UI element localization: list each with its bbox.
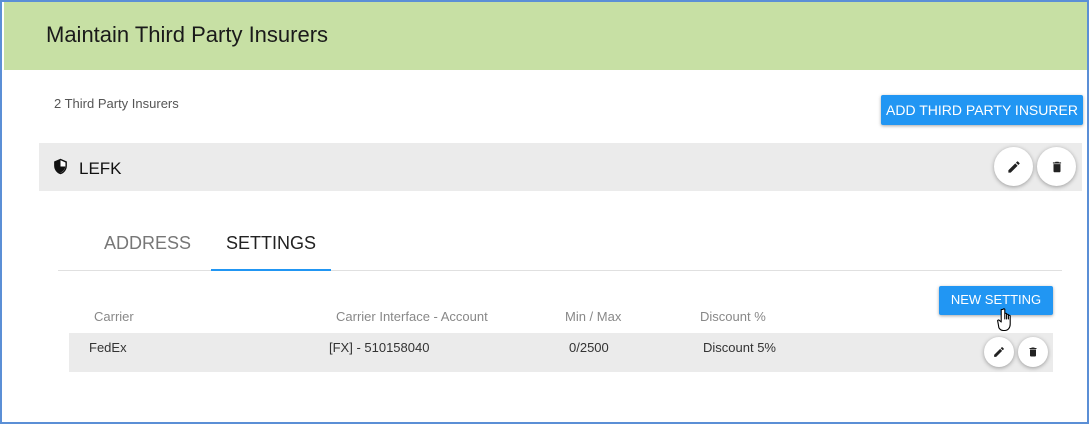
active-tab-indicator: [211, 269, 331, 271]
insurer-row[interactable]: LEFK: [39, 143, 1082, 191]
hand-cursor-icon: [997, 308, 1011, 332]
tab-settings[interactable]: SETTINGS: [226, 233, 316, 254]
pencil-icon: [1007, 160, 1020, 173]
cell-min-max: 0/2500: [569, 340, 609, 355]
insurer-name: LEFK: [79, 159, 122, 178]
tab-address[interactable]: ADDRESS: [104, 233, 191, 254]
column-header-discount: Discount %: [700, 309, 766, 324]
trash-icon: [1052, 161, 1061, 172]
edit-setting-button[interactable]: [984, 337, 1014, 367]
column-header-account: Carrier Interface - Account: [336, 309, 488, 324]
edit-insurer-button[interactable]: [994, 147, 1033, 186]
page-title: Maintain Third Party Insurers: [46, 22, 329, 47]
pencil-icon: [994, 347, 1004, 357]
delete-setting-button[interactable]: [1018, 337, 1048, 367]
shield-icon: [52, 157, 69, 176]
column-header-carrier: Carrier: [94, 309, 134, 324]
page-header: Maintain Third Party Insurers: [4, 2, 1087, 70]
cell-account: [FX] - 510158040: [329, 340, 430, 355]
add-third-party-insurer-button[interactable]: ADD THIRD PARTY INSURER: [881, 95, 1083, 125]
cell-discount: Discount 5%: [703, 340, 776, 355]
insurer-count: 2 Third Party Insurers: [54, 96, 179, 111]
tabs-divider: [58, 270, 1062, 271]
column-header-min-max: Min / Max: [565, 309, 622, 324]
table-row[interactable]: FedEx [FX] - 510158040 0/2500 Discount 5…: [69, 333, 1053, 372]
trash-icon: [1029, 347, 1037, 357]
delete-insurer-button[interactable]: [1037, 147, 1076, 186]
cell-carrier: FedEx: [89, 340, 127, 355]
